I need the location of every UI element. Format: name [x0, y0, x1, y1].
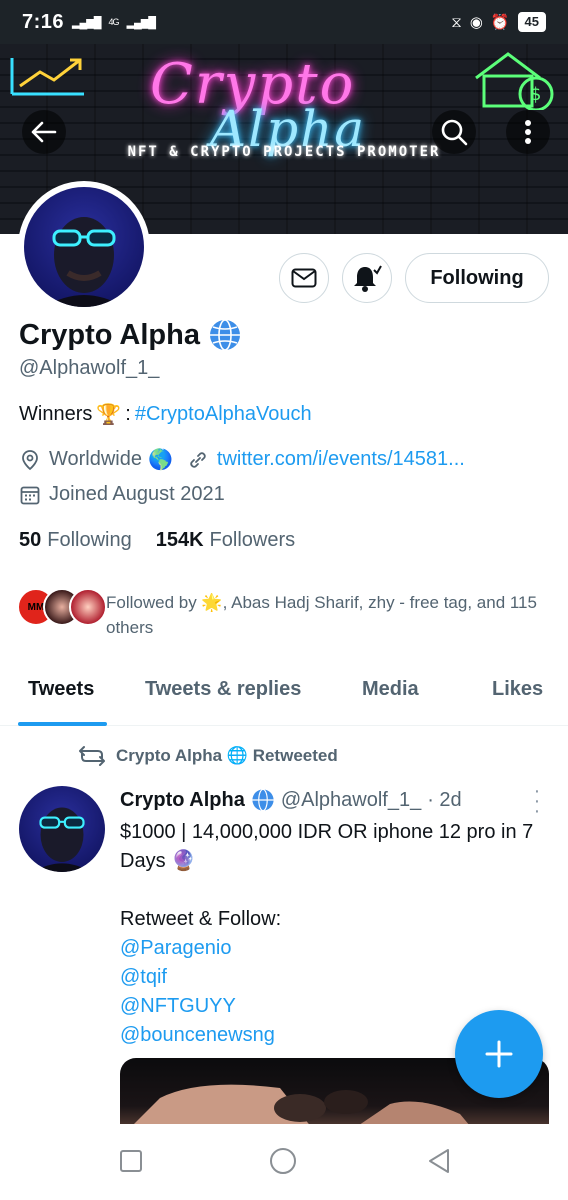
system-navigation-bar: [0, 1124, 568, 1200]
profile-meta-row: Worldwide 🌎 twitter.com/i/events/14581..…: [19, 447, 465, 472]
followers-stat[interactable]: 154K Followers: [156, 529, 295, 552]
trophy-emoji: 🏆: [96, 404, 122, 426]
battery-indicator: 45: [517, 12, 546, 32]
plus-icon: [485, 1040, 513, 1068]
retweet-label: Crypto Alpha 🌐 Retweeted: [116, 746, 338, 765]
globe-icon: [209, 319, 240, 351]
banner-tagline: NFT & CRYPTO PROJECTS PROMOTER: [127, 144, 441, 160]
search-button[interactable]: [432, 110, 476, 154]
tweet-mention[interactable]: @Paragenio: [120, 934, 550, 963]
bio-hashtag-link[interactable]: #CryptoAlphaVouch: [135, 403, 312, 426]
alarm-icon: ⏰: [490, 14, 510, 31]
compose-tweet-button[interactable]: [455, 1010, 543, 1098]
profile-name: Crypto Alpha: [19, 318, 200, 351]
recents-square-icon[interactable]: [116, 1146, 146, 1176]
avatar-image: [24, 187, 144, 307]
tab-likes[interactable]: Likes: [492, 678, 543, 701]
home-circle-icon[interactable]: [268, 1146, 298, 1176]
follower-avatar-3: [69, 588, 107, 626]
globe-icon: [252, 788, 274, 812]
following-button[interactable]: Following: [405, 253, 549, 303]
status-right: ⧖ ◉ ⏰ 45: [451, 12, 546, 32]
tweet-line-2: Retweet & Follow:: [120, 908, 282, 930]
tweet-line-1: $1000 | 14,000,000 IDR OR iphone 12 pro …: [120, 821, 534, 872]
earth-emoji: 🌎: [148, 449, 173, 471]
tweet-spacer: [120, 876, 550, 905]
more-icon: [525, 120, 531, 144]
status-bar: 7:16 ▂▄▆█ 4G ▂▄▆█ ⧖ ◉ ⏰ 45: [0, 0, 568, 44]
profile-handle: @Alphawolf_1_: [19, 357, 160, 379]
avatar-face-illustration: [44, 217, 124, 307]
back-triangle-icon[interactable]: [424, 1146, 454, 1176]
tweet-more-icon[interactable]: · · ·: [530, 781, 544, 821]
network-type: 4G: [108, 17, 120, 27]
house-neon-icon: $: [475, 52, 554, 110]
calendar-icon: [20, 486, 40, 504]
tweet-mention[interactable]: @tqif: [120, 963, 550, 992]
link-icon: [190, 451, 206, 468]
tweet-header: Crypto Alpha @Alphawolf_1_ · 2d: [120, 788, 462, 812]
profile-location: Worldwide: [49, 448, 142, 470]
profile-avatar[interactable]: [18, 181, 150, 313]
tab-tweets[interactable]: Tweets: [28, 678, 94, 701]
followers-label: Followers: [209, 529, 296, 551]
following-count: 50: [19, 529, 42, 551]
back-arrow-icon: [31, 121, 57, 143]
vibrate-icon: ⧖: [451, 13, 462, 31]
retweet-context: Crypto Alpha 🌐 Retweeted: [78, 745, 338, 767]
search-icon: [441, 119, 468, 146]
tweet-time: · 2d: [427, 788, 462, 811]
tweet-author-avatar[interactable]: [19, 786, 105, 872]
status-time: 7:16: [22, 10, 65, 33]
location-pin-icon: [22, 449, 38, 470]
profile-joined-row: Joined August 2021: [19, 483, 225, 506]
avatar-face-illustration: [33, 807, 91, 872]
followed-by-text[interactable]: Followed by 🌟, Abas Hadj Sharif, zhy - f…: [106, 590, 546, 640]
bio-text: Winners: [19, 403, 93, 425]
following-stat[interactable]: 50 Following: [19, 529, 132, 552]
bio-colon: :: [125, 403, 131, 425]
message-button[interactable]: [279, 253, 329, 303]
tab-media[interactable]: Media: [362, 678, 419, 701]
active-tab-indicator: [18, 722, 107, 726]
back-button[interactable]: [22, 110, 66, 154]
bell-icon: [354, 265, 382, 292]
profile-joined-date: Joined August 2021: [49, 483, 225, 505]
lock-icon: ◉: [469, 14, 483, 31]
following-label: Following: [47, 529, 132, 551]
profile-name-row: Crypto Alpha: [19, 318, 242, 352]
profile-bio: Winners 🏆 : #CryptoAlphaVouch: [19, 402, 312, 427]
followers-count: 154K: [155, 529, 204, 551]
signal-icon: ▂▄▆█: [72, 16, 101, 29]
more-options-button[interactable]: [506, 110, 550, 154]
followed-by-avatars[interactable]: MM: [17, 588, 107, 626]
envelope-icon: [291, 268, 317, 288]
tweet-author-name[interactable]: Crypto Alpha: [120, 789, 245, 812]
profile-website-link[interactable]: twitter.com/i/events/14581...: [217, 448, 465, 471]
notifications-button[interactable]: [342, 253, 392, 303]
retweet-icon: [79, 746, 105, 766]
svg-text:$: $: [530, 84, 541, 105]
signal-icon-2: ▂▄▆█: [126, 16, 156, 29]
tweet-author-handle: @Alphawolf_1_: [280, 788, 422, 811]
status-left: 7:16 ▂▄▆█ 4G ▂▄▆█: [22, 10, 156, 34]
tab-tweets-replies[interactable]: Tweets & replies: [145, 678, 301, 701]
profile-stats: 50 Following 154K Followers: [19, 529, 295, 552]
profile-tabs: Tweets Tweets & replies Media Likes: [0, 660, 568, 726]
chart-neon-icon: [10, 58, 84, 96]
